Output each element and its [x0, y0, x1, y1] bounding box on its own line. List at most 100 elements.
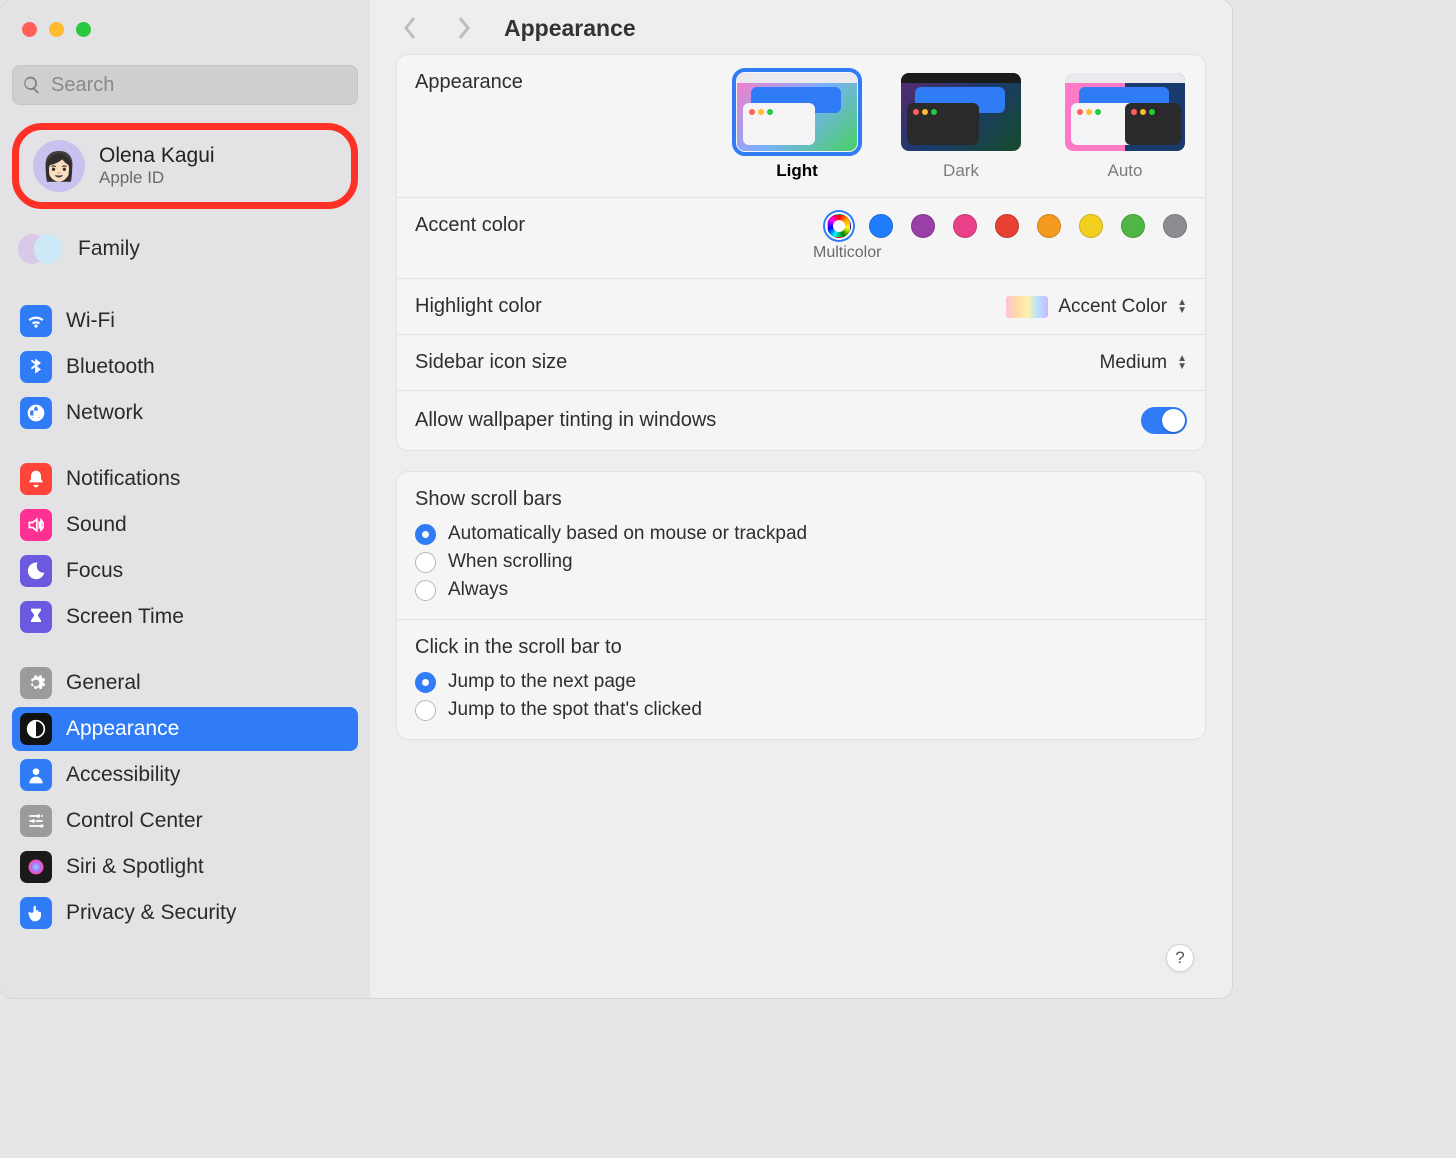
radio-icon: [415, 672, 436, 693]
page-title: Appearance: [504, 15, 636, 42]
radio-option[interactable]: Jump to the next page: [415, 671, 1187, 693]
hourglass-icon: [20, 601, 52, 633]
highlight-swatch-icon: [1006, 296, 1048, 318]
sound-icon: [20, 509, 52, 541]
appearance-mode-auto[interactable]: [1063, 71, 1187, 153]
sidebar-item-screen-time[interactable]: Screen Time: [12, 595, 358, 639]
appearance-mode-label: Auto: [1108, 161, 1143, 181]
appearance-label: Appearance: [415, 71, 523, 94]
scroll-card: Show scroll bars Automatically based on …: [396, 471, 1206, 740]
highlight-label: Highlight color: [415, 295, 542, 318]
close-window-button[interactable]: [22, 22, 37, 37]
sidebar-item-sound[interactable]: Sound: [12, 503, 358, 547]
radio-label: When scrolling: [448, 551, 573, 573]
apple-id-row[interactable]: 👩🏻 Olena Kagui Apple ID: [12, 123, 358, 209]
radio-label: Always: [448, 579, 508, 601]
hand-icon: [20, 897, 52, 929]
sidebar-item-label: Privacy & Security: [66, 901, 236, 925]
accent-selected-caption: Multicolor: [813, 244, 881, 262]
radio-label: Jump to the spot that's clicked: [448, 699, 702, 721]
sidebar-item-privacy-security[interactable]: Privacy & Security: [12, 891, 358, 935]
radio-option[interactable]: Always: [415, 579, 1187, 601]
family-avatar-icon: [18, 227, 62, 271]
sidebar-item-control-center[interactable]: Control Center: [12, 799, 358, 843]
bluetooth-icon: [20, 351, 52, 383]
minimize-window-button[interactable]: [49, 22, 64, 37]
radio-label: Jump to the next page: [448, 671, 636, 693]
account-name: Olena Kagui: [99, 144, 215, 168]
person-icon: [20, 759, 52, 791]
chevron-updown-icon: ▲▼: [1177, 355, 1187, 371]
appearance-mode-label: Dark: [943, 161, 979, 181]
search-input[interactable]: [12, 65, 358, 105]
sidebar-item-siri-spotlight[interactable]: Siri & Spotlight: [12, 845, 358, 889]
sidebar-item-wi-fi[interactable]: Wi-Fi: [12, 299, 358, 343]
accent-swatch-gray[interactable]: [1163, 214, 1187, 238]
nav-forward-button[interactable]: [450, 14, 478, 42]
sidebar-item-label: General: [66, 671, 141, 695]
sidebar-item-label: Wi-Fi: [66, 309, 115, 333]
moon-icon: [20, 555, 52, 587]
appearance-mode-dark[interactable]: [899, 71, 1023, 153]
fullscreen-window-button[interactable]: [76, 22, 91, 37]
accent-label: Accent color: [415, 214, 525, 237]
sidebar-size-select[interactable]: Medium ▲▼: [1100, 352, 1187, 374]
wifi-icon: [20, 305, 52, 337]
accent-swatch-multicolor[interactable]: [827, 214, 851, 238]
radio-icon: [415, 552, 436, 573]
sidebar-item-appearance[interactable]: Appearance: [12, 707, 358, 751]
sidebar: 👩🏻 Olena Kagui Apple ID Family Wi-Fi Blue…: [0, 0, 370, 998]
accent-swatch-pink[interactable]: [953, 214, 977, 238]
avatar: 👩🏻: [33, 140, 85, 192]
sidebar-size-label: Sidebar icon size: [415, 351, 567, 374]
globe-icon: [20, 397, 52, 429]
sidebar-item-general[interactable]: General: [12, 661, 358, 705]
sidebar-item-label: Notifications: [66, 467, 180, 491]
sidebar-item-focus[interactable]: Focus: [12, 549, 358, 593]
radio-option[interactable]: When scrolling: [415, 551, 1187, 573]
accent-swatch-blue[interactable]: [869, 214, 893, 238]
radio-option[interactable]: Jump to the spot that's clicked: [415, 699, 1187, 721]
sidebar-item-label: Appearance: [66, 717, 179, 741]
sidebar-item-label: Bluetooth: [66, 355, 155, 379]
scrollbars-label: Show scroll bars: [415, 488, 1187, 511]
accent-swatch-green[interactable]: [1121, 214, 1145, 238]
sliders-icon: [20, 805, 52, 837]
sidebar-item-family[interactable]: Family: [12, 221, 358, 277]
sidebar-item-label: Network: [66, 401, 143, 425]
sidebar-item-label: Focus: [66, 559, 123, 583]
sidebar-item-label: Control Center: [66, 809, 203, 833]
sidebar-item-label: Sound: [66, 513, 127, 537]
accent-swatch-red[interactable]: [995, 214, 1019, 238]
sidebar-item-label: Accessibility: [66, 763, 180, 787]
gear-icon: [20, 667, 52, 699]
appearance-card: Appearance Light Dark Auto Accent color Mu…: [396, 54, 1206, 451]
account-sub: Apple ID: [99, 168, 215, 188]
titlebar: Appearance: [370, 0, 1232, 54]
contrast-icon: [20, 713, 52, 745]
sidebar-item-network[interactable]: Network: [12, 391, 358, 435]
sidebar-item-notifications[interactable]: Notifications: [12, 457, 358, 501]
radio-icon: [415, 700, 436, 721]
chevron-updown-icon: ▲▼: [1177, 299, 1187, 315]
accent-swatch-orange[interactable]: [1037, 214, 1061, 238]
sidebar-item-label: Siri & Spotlight: [66, 855, 204, 879]
accent-swatch-yellow[interactable]: [1079, 214, 1103, 238]
tinting-switch[interactable]: [1141, 407, 1187, 434]
sidebar-item-label: Screen Time: [66, 605, 184, 629]
radio-option[interactable]: Automatically based on mouse or trackpad: [415, 523, 1187, 545]
sidebar-item-bluetooth[interactable]: Bluetooth: [12, 345, 358, 389]
siri-icon: [20, 851, 52, 883]
appearance-mode-label: Light: [776, 161, 818, 181]
sidebar-item-accessibility[interactable]: Accessibility: [12, 753, 358, 797]
nav-back-button[interactable]: [396, 14, 424, 42]
window-controls: [0, 22, 370, 37]
accent-swatch-purple[interactable]: [911, 214, 935, 238]
help-button[interactable]: ?: [1166, 944, 1194, 972]
highlight-select[interactable]: Accent Color ▲▼: [1006, 296, 1187, 318]
scrollclick-label: Click in the scroll bar to: [415, 636, 1187, 659]
appearance-mode-light[interactable]: [735, 71, 859, 153]
tinting-label: Allow wallpaper tinting in windows: [415, 409, 716, 432]
family-label: Family: [78, 237, 140, 261]
radio-icon: [415, 580, 436, 601]
